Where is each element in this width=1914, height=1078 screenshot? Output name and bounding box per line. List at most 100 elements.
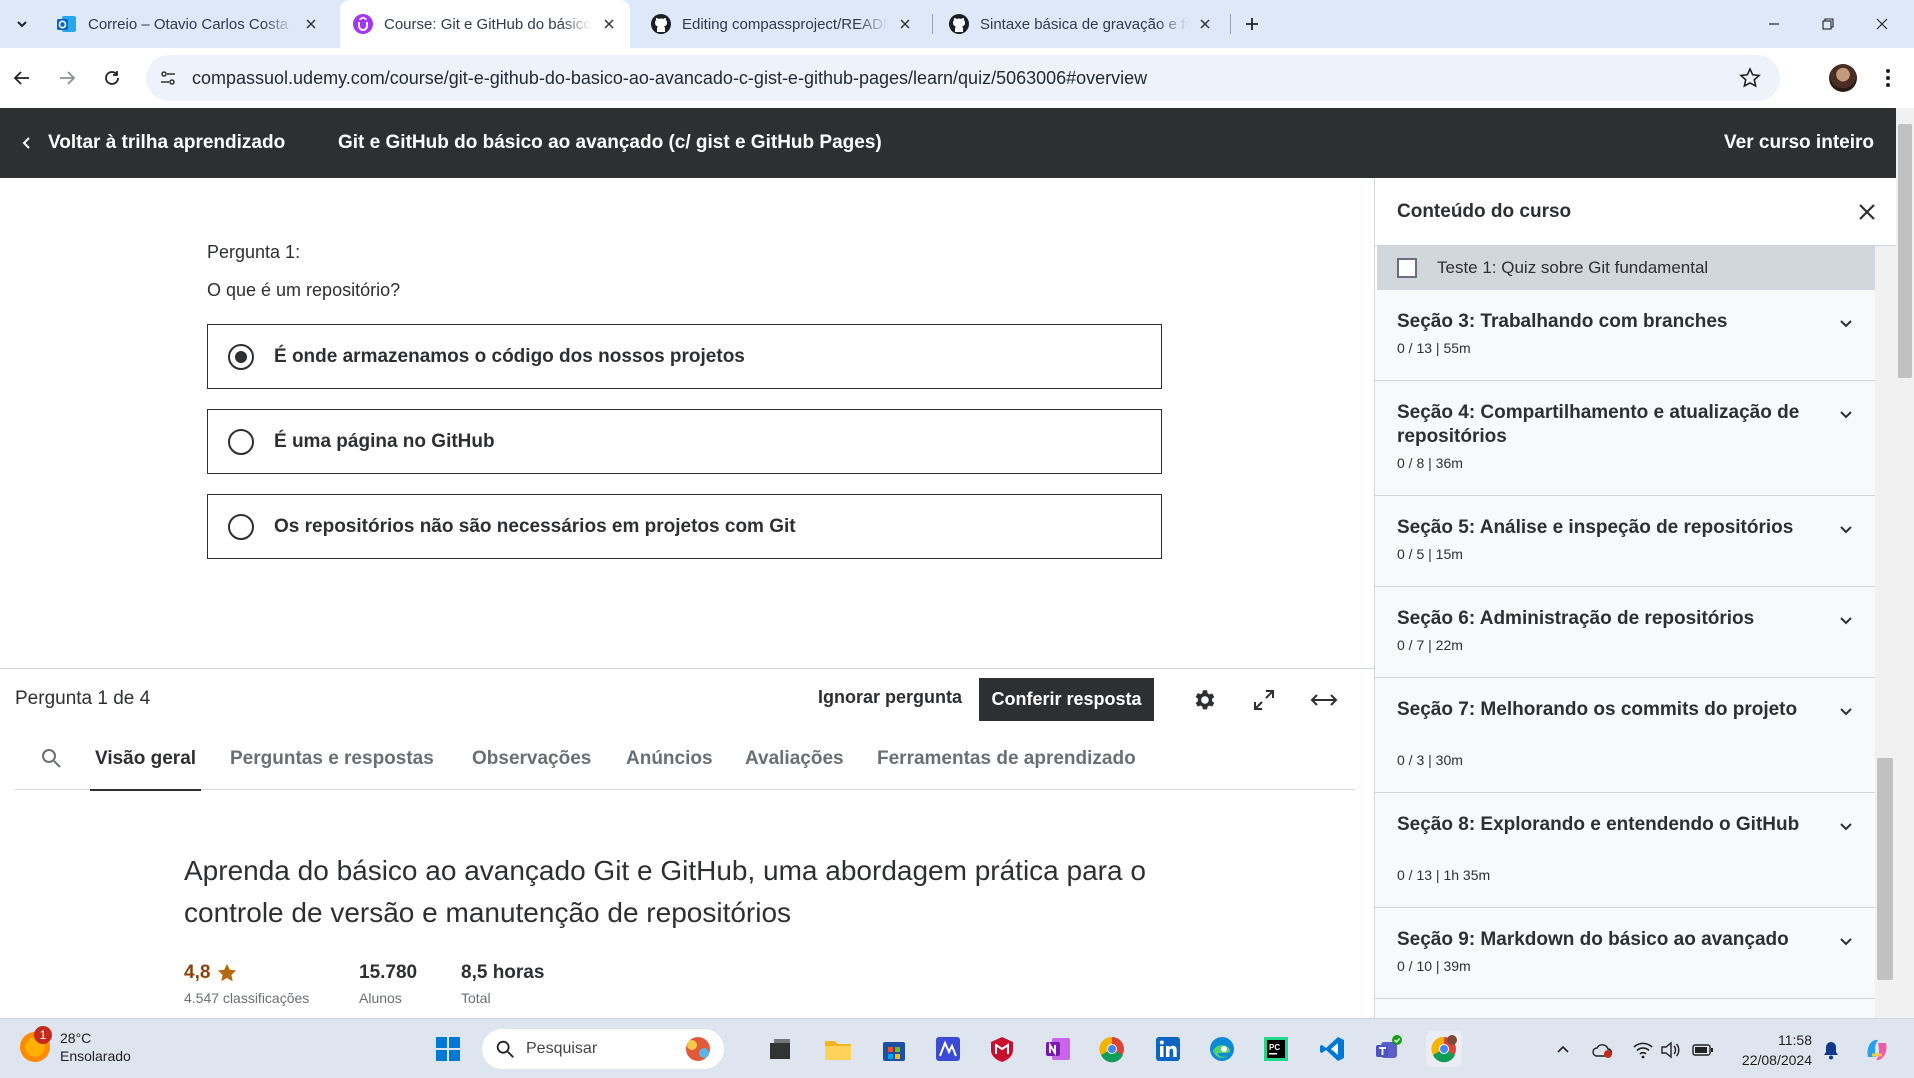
minimize-button[interactable]	[1762, 12, 1786, 36]
section-partial[interactable]	[1375, 999, 1875, 1018]
answer-option-3[interactable]: Os repositórios não são necessários em p…	[207, 494, 1162, 559]
tab-notes[interactable]: Observações	[472, 728, 591, 790]
reload-button[interactable]	[98, 64, 126, 92]
address-bar[interactable]: compassuol.udemy.com/course/git-e-github…	[146, 55, 1780, 101]
sidebar-scrollbar-thumb[interactable]	[1877, 758, 1893, 980]
show-hidden-icons-button[interactable]	[1552, 1039, 1574, 1061]
chevron-down-icon	[17, 21, 27, 28]
section-title: Seção 3: Trabalhando com branches	[1397, 311, 1728, 332]
restore-icon	[1822, 18, 1834, 30]
start-button[interactable]	[430, 1031, 466, 1067]
tab-separator	[932, 14, 933, 34]
restore-button[interactable]	[1816, 12, 1840, 36]
page-scrollbar-thumb[interactable]	[1898, 124, 1912, 378]
tab-github-editing[interactable]: Editing compassproject/README.md	[638, 0, 926, 48]
overview-title: Aprenda do básico ao avançado Git e GitH…	[184, 855, 1146, 928]
back-button[interactable]	[8, 64, 36, 92]
tab-outlook[interactable]: Correio – Otavio Carlos Costa de Souza –…	[44, 0, 332, 48]
taskbar-chrome[interactable]	[1094, 1031, 1130, 1067]
fullscreen-button[interactable]	[1250, 686, 1278, 714]
section-3[interactable]: Seção 3: Trabalhando com branches 0 / 13…	[1375, 290, 1875, 381]
check-answer-button[interactable]: Conferir resposta	[979, 678, 1154, 721]
sidebar-list[interactable]: Teste 1: Quiz sobre Git fundamental Seçã…	[1375, 246, 1875, 1018]
tab-learning-tools[interactable]: Ferramentas de aprendizado	[877, 728, 1136, 790]
taskbar-chrome-active[interactable]	[1426, 1031, 1462, 1067]
close-icon[interactable]	[1855, 200, 1879, 224]
taskbar-teams[interactable]	[1370, 1031, 1406, 1067]
linkedin-icon	[1156, 1037, 1180, 1061]
copilot-button[interactable]	[1862, 1035, 1892, 1065]
taskbar-vscode[interactable]	[1314, 1031, 1350, 1067]
wifi-tray[interactable]	[1632, 1039, 1654, 1061]
radio-icon[interactable]	[228, 513, 254, 540]
taskbar-pycharm[interactable]: PC	[1258, 1031, 1294, 1067]
search-highlight-icon	[686, 1037, 710, 1061]
browser-menu-button[interactable]	[1878, 64, 1898, 92]
taskbar-edge[interactable]	[1204, 1031, 1240, 1067]
tab-github-syntax[interactable]: Sintaxe básica de gravação e formatação	[936, 0, 1226, 48]
battery-tray[interactable]	[1692, 1039, 1714, 1061]
battery-icon	[1692, 1044, 1713, 1056]
taskbar-task-view[interactable]	[762, 1031, 798, 1067]
wide-view-button[interactable]	[1310, 686, 1338, 714]
course-title[interactable]: Git e GitHub do básico ao avançado (c/ g…	[338, 108, 882, 178]
taskbar-linkedin[interactable]	[1150, 1031, 1186, 1067]
tab-search-button[interactable]	[8, 10, 36, 38]
tab-reviews[interactable]: Avaliações	[745, 728, 844, 790]
close-icon[interactable]	[1196, 15, 1214, 33]
radio-icon[interactable]	[228, 428, 254, 455]
answer-option-2[interactable]: É uma página no GitHub	[207, 409, 1162, 474]
rating-count[interactable]: 4.547 classificações	[184, 990, 309, 1006]
content-tabs: Visão geral Perguntas e respostas Observ…	[15, 728, 1355, 791]
chevron-up-icon	[1557, 1045, 1569, 1053]
question-progress: Pergunta 1 de 4	[15, 688, 151, 709]
full-course-link[interactable]: Ver curso inteiro	[1724, 108, 1874, 178]
volume-tray[interactable]	[1660, 1039, 1682, 1061]
url-text[interactable]: compassuol.udemy.com/course/git-e-github…	[192, 68, 1147, 89]
answer-option-1[interactable]: É onde armazenamos o código dos nossos p…	[207, 324, 1162, 389]
taskbar-search[interactable]: Pesquisar	[482, 1029, 724, 1069]
bookmark-star-icon[interactable]	[1738, 66, 1762, 90]
search-icon	[496, 1040, 514, 1058]
profile-avatar[interactable]	[1829, 64, 1857, 92]
close-icon[interactable]	[302, 15, 320, 33]
close-window-button[interactable]	[1870, 12, 1894, 36]
section-6[interactable]: Seção 6: Administração de repositórios 0…	[1375, 587, 1875, 678]
settings-button[interactable]	[1190, 686, 1218, 714]
completion-checkbox[interactable]	[1397, 258, 1417, 278]
system-clock[interactable]: 11:58 22/08/2024	[1728, 1030, 1812, 1070]
section-4[interactable]: Seção 4: Compartilhamento e atualização …	[1375, 381, 1875, 496]
tab-separator	[1230, 14, 1231, 34]
windows-icon	[436, 1037, 460, 1061]
tab-announcements[interactable]: Anúncios	[626, 728, 713, 790]
taskbar-file-explorer[interactable]	[820, 1031, 856, 1067]
tab-udemy-course[interactable]: Course: Git e GitHub do básico ao avança…	[340, 0, 630, 48]
quiz-lecture-item[interactable]: Teste 1: Quiz sobre Git fundamental	[1377, 246, 1875, 290]
radio-selected-icon[interactable]	[228, 343, 254, 370]
site-info-icon[interactable]	[156, 66, 180, 90]
forward-button[interactable]	[53, 64, 81, 92]
back-to-track-link[interactable]: Voltar à trilha aprendizado	[20, 108, 285, 178]
section-meta: 0 / 13 | 1h 35m	[1397, 867, 1491, 883]
tab-questions[interactable]: Perguntas e respostas	[230, 728, 434, 790]
notifications-button[interactable]	[1820, 1039, 1842, 1061]
section-9[interactable]: Seção 9: Markdown do básico ao avançado …	[1375, 908, 1875, 999]
taskbar-mcafee[interactable]	[984, 1031, 1020, 1067]
new-tab-button[interactable]	[1240, 12, 1264, 36]
section-7[interactable]: Seção 7: Melhorando os commits do projet…	[1375, 678, 1875, 793]
section-5[interactable]: Seção 5: Análise e inspeção de repositór…	[1375, 496, 1875, 587]
hours-label: Total	[461, 990, 491, 1006]
taskbar-onenote[interactable]	[1040, 1031, 1076, 1067]
skip-question-button[interactable]: Ignorar pergunta	[818, 687, 962, 708]
close-icon[interactable]	[600, 15, 618, 33]
taskbar-app-m[interactable]	[930, 1031, 966, 1067]
search-icon[interactable]	[39, 746, 63, 770]
tab-title: Sintaxe básica de gravação e formatação	[980, 15, 1188, 33]
tab-overview[interactable]: Visão geral	[89, 728, 202, 791]
taskbar-store[interactable]	[876, 1031, 912, 1067]
section-8[interactable]: Seção 8: Explorando e entendendo o GitHu…	[1375, 793, 1875, 908]
onedrive-tray[interactable]	[1592, 1039, 1614, 1061]
weather-widget[interactable]: 1 28°C Ensolarado	[20, 1026, 131, 1065]
close-icon[interactable]	[896, 15, 914, 33]
answer-text: É uma página no GitHub	[274, 430, 495, 452]
